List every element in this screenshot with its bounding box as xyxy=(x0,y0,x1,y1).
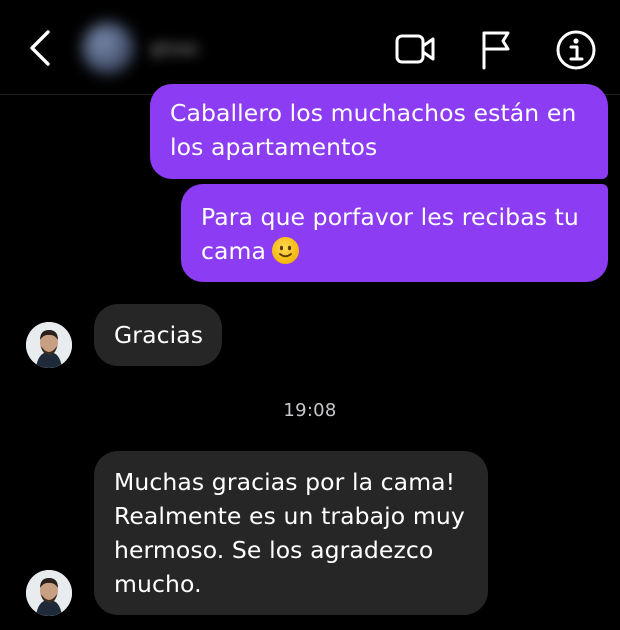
message-bubble-incoming[interactable]: Gracias xyxy=(94,304,222,366)
message-text: Muchas gracias por la cama! Realmente es… xyxy=(114,468,465,598)
chevron-left-icon[interactable] xyxy=(22,26,62,70)
info-icon[interactable] xyxy=(554,28,598,72)
chat-header: gtzas xyxy=(0,0,620,95)
message-text: Gracias xyxy=(114,321,204,349)
message-bubble-incoming[interactable]: Muchas gracias por la cama! Realmente es… xyxy=(94,451,488,615)
message-bubble-outgoing[interactable]: Caballero los muchachos están en los apa… xyxy=(150,84,608,179)
message-bubble-outgoing[interactable]: Para que porfavor les recibas tu cama xyxy=(181,184,608,282)
smiling-face-emoji-icon xyxy=(272,237,300,264)
message-timestamp: 19:08 xyxy=(283,400,337,421)
message-text: Caballero los muchachos están en los apa… xyxy=(170,99,577,161)
sender-avatar[interactable] xyxy=(26,322,72,368)
contact-name[interactable]: gtzas xyxy=(150,38,198,59)
flag-icon[interactable] xyxy=(476,28,520,72)
message-text: Para que porfavor les recibas tu cama xyxy=(201,203,579,265)
contact-avatar[interactable] xyxy=(82,22,134,74)
video-call-icon[interactable] xyxy=(394,28,438,72)
sender-avatar[interactable] xyxy=(26,570,72,616)
